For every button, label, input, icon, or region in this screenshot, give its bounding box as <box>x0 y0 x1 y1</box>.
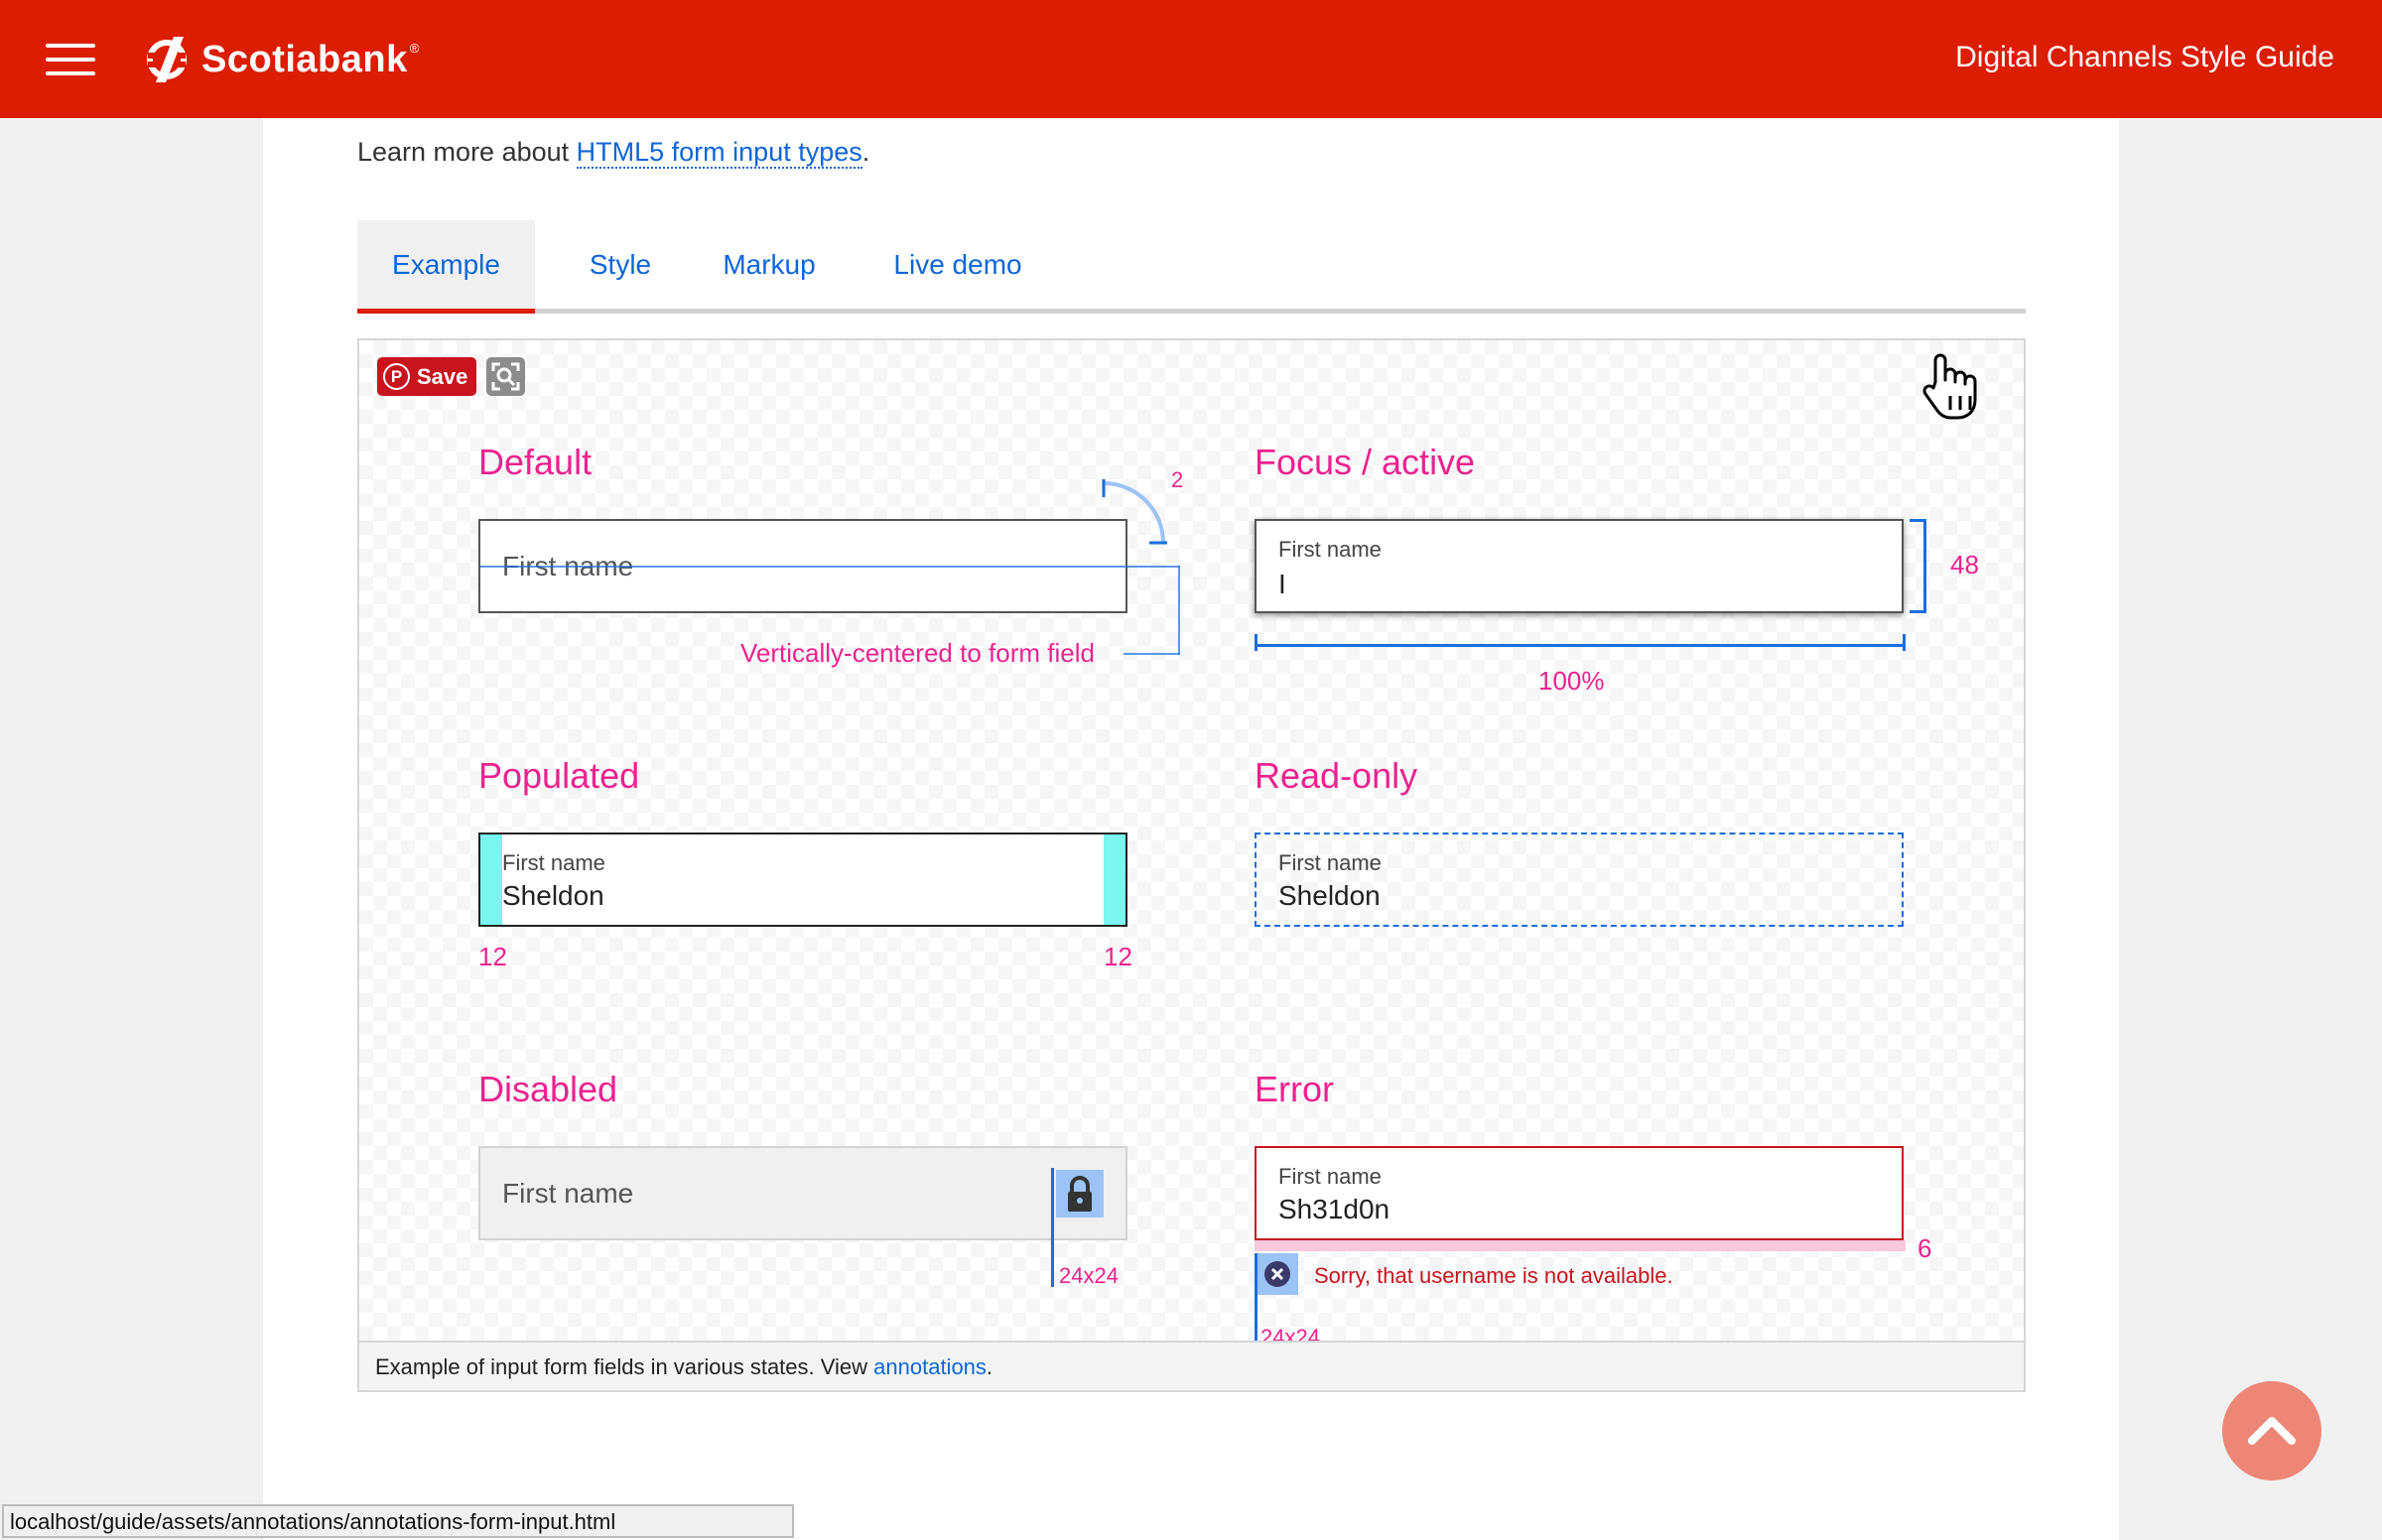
width-bracket-right <box>1903 634 1906 651</box>
focus-input[interactable]: First name I <box>1255 519 1904 613</box>
center-bracket-h <box>1124 653 1180 655</box>
lock-icon <box>1068 1176 1092 1212</box>
annotation-radius: 2 <box>1171 467 1184 492</box>
annotation-error-gap: 6 <box>1918 1233 1932 1263</box>
error-label: First name <box>1278 1164 1382 1189</box>
scotiabank-logo-icon <box>147 37 187 82</box>
error-message: Sorry, that username is not available. <box>1314 1263 1673 1288</box>
tab-example[interactable]: Example <box>357 220 535 314</box>
scroll-to-top-button[interactable] <box>2222 1381 2321 1480</box>
error-gap-highlight <box>1255 1240 1906 1251</box>
annotation-padding-left: 12 <box>478 942 507 971</box>
visual-search-button[interactable] <box>486 357 525 396</box>
populated-input[interactable]: First name Sheldon <box>478 833 1127 927</box>
focus-label: First name <box>1278 537 1382 562</box>
chevron-up-icon <box>2248 1417 2296 1445</box>
readonly-input: First name Sheldon <box>1255 833 1904 927</box>
annotation-width: 100% <box>1538 666 1605 696</box>
caption-suffix: . <box>986 1354 993 1379</box>
hamburger-menu-icon[interactable] <box>46 44 95 75</box>
tab-live-demo[interactable]: Live demo <box>868 220 1047 309</box>
intro-text: Learn more about HTML5 form input types. <box>357 137 870 169</box>
tab-style[interactable]: Style <box>566 220 675 309</box>
pinterest-save-button[interactable]: P Save <box>377 357 476 396</box>
brand-logo[interactable]: Scotiabank ® <box>144 33 419 86</box>
annotation-vertical-center: Vertically-centered to form field <box>740 638 1095 668</box>
state-title-populated: Populated <box>478 755 640 796</box>
error-input[interactable]: First name Sh31d0n <box>1255 1146 1904 1240</box>
intro-prefix: Learn more about <box>357 137 577 167</box>
readonly-label: First name <box>1278 850 1382 875</box>
visual-search-icon <box>491 362 520 391</box>
tab-bar: Example Style Markup Live demo <box>357 220 2026 314</box>
state-title-disabled: Disabled <box>478 1069 618 1109</box>
error-value: Sh31d0n <box>1278 1194 1390 1224</box>
example-caption: Example of input form fields in various … <box>359 1341 2024 1390</box>
annotations-link[interactable]: annotations <box>873 1354 987 1379</box>
annotation-icon-size-disabled: 24x24 <box>1059 1263 1119 1288</box>
brand-name: Scotiabank <box>201 38 408 80</box>
tab-markup[interactable]: Markup <box>695 220 844 309</box>
intro-suffix: . <box>861 137 870 167</box>
html5-link-text: HTML5 form input types <box>576 137 862 169</box>
state-title-error: Error <box>1255 1069 1334 1109</box>
height-bracket-v <box>1923 519 1926 613</box>
populated-label: First name <box>502 850 605 875</box>
state-title-focus: Focus / active <box>1255 442 1476 482</box>
corner-radius-marker <box>1102 479 1167 545</box>
top-bar: Scotiabank ® Digital Channels Style Guid… <box>0 0 2382 118</box>
main-content: Learn more about HTML5 form input types.… <box>263 118 2119 1540</box>
state-title-default: Default <box>478 442 593 482</box>
annotation-height: 48 <box>1950 550 1979 579</box>
html5-input-types-link[interactable]: HTML5 form input types <box>576 137 862 169</box>
example-panel: P Save Default First name Vertically-cen… <box>357 338 2026 1392</box>
readonly-value: Sheldon <box>1278 880 1381 911</box>
error-x-icon <box>1264 1261 1290 1287</box>
center-bracket-v <box>1178 566 1180 655</box>
error-icon-area <box>1257 1253 1298 1295</box>
height-bracket-top <box>1910 519 1926 522</box>
icon-size-line-error <box>1255 1253 1257 1348</box>
height-bracket-bottom <box>1910 610 1926 613</box>
padding-highlight-right <box>1104 834 1125 925</box>
width-bracket-h <box>1255 644 1906 647</box>
annotation-padding-right: 12 <box>1104 942 1132 971</box>
width-bracket-left <box>1255 634 1257 651</box>
disabled-input: First name <box>478 1146 1127 1240</box>
lock-icon-area <box>1056 1170 1104 1218</box>
disabled-placeholder: First name <box>502 1178 634 1209</box>
caption-text: Example of input form fields in various … <box>375 1354 874 1379</box>
save-label: Save <box>417 363 468 389</box>
hand-cursor-icon <box>1922 353 1977 420</box>
pinterest-icon: P <box>383 363 410 390</box>
registered-mark: ® <box>409 41 420 56</box>
padding-highlight-left <box>480 834 502 925</box>
state-title-readonly: Read-only <box>1255 755 1418 796</box>
populated-value: Sheldon <box>502 880 604 911</box>
center-line <box>480 566 1180 568</box>
browser-status-url: localhost/guide/assets/annotations/annot… <box>2 1504 794 1538</box>
guide-title[interactable]: Digital Channels Style Guide <box>1955 41 2334 74</box>
icon-size-line-disabled <box>1051 1168 1054 1287</box>
focus-value: I <box>1278 569 1286 599</box>
